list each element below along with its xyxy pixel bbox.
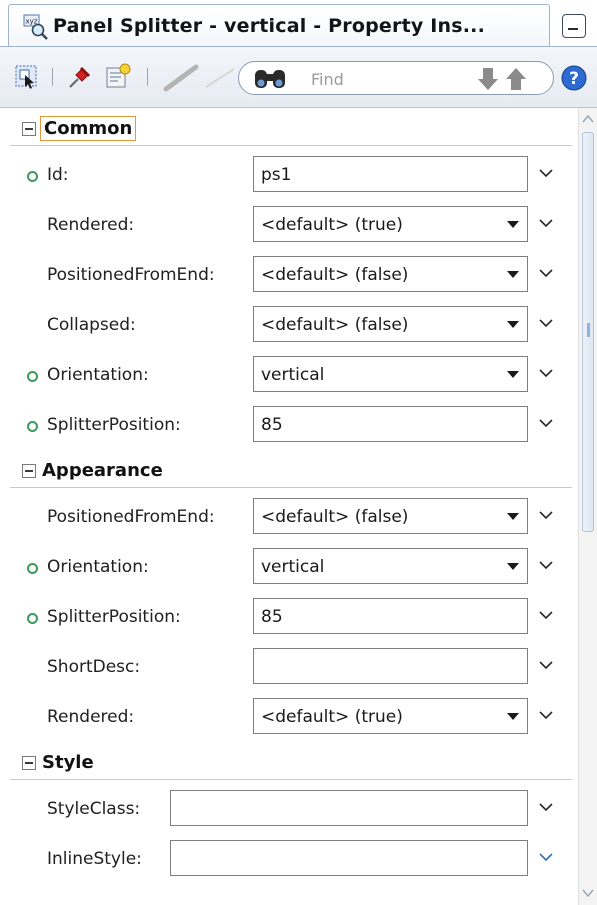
property-row-id: Id: ps1 [0, 152, 578, 202]
minimize-button[interactable] [562, 14, 586, 38]
section-appearance[interactable]: Appearance [0, 452, 578, 490]
chevron-down-icon[interactable] [538, 317, 554, 329]
styleclass-input[interactable] [170, 790, 528, 826]
property-row-rendered: Rendered: <default> (true) [0, 202, 578, 252]
property-row-inlinestyle: InlineStyle: [0, 836, 578, 886]
vertical-scrollbar[interactable] [578, 108, 597, 905]
splitterposition-input[interactable]: 85 [253, 406, 528, 442]
scroll-grip [587, 323, 590, 337]
search-input[interactable] [309, 68, 433, 90]
section-style[interactable]: Style [0, 744, 578, 782]
property-row-orientation: Orientation: vertical [0, 352, 578, 402]
property-label: Orientation: [47, 557, 149, 577]
expander-minus-icon[interactable] [22, 756, 36, 770]
chevron-down-icon[interactable] [538, 509, 554, 521]
property-label: Rendered: [47, 215, 135, 235]
arrow-down-icon[interactable] [475, 66, 501, 92]
property-row-splitterposition: SplitterPosition: 85 [0, 594, 578, 644]
orientation-select[interactable]: vertical [253, 548, 528, 584]
property-label: Rendered: [47, 707, 135, 727]
chevron-down-icon[interactable] [538, 367, 554, 379]
property-label: PositionedFromEnd: [47, 265, 215, 285]
search-box[interactable] [238, 61, 554, 95]
chevron-down-icon[interactable] [538, 801, 554, 813]
chevron-down-icon[interactable] [538, 217, 554, 229]
property-sheet: Common Id: ps1 Rendered: <default> (true… [0, 108, 578, 905]
property-label: Orientation: [47, 365, 149, 385]
pencil-icon[interactable] [158, 61, 234, 95]
chevron-down-icon[interactable] [538, 267, 554, 279]
toolbar: ? [0, 46, 597, 108]
property-label: SplitterPosition: [47, 415, 181, 435]
chevron-down-icon[interactable] [538, 167, 554, 179]
property-row-orientation: Orientation: vertical [0, 544, 578, 594]
svg-text:?: ? [569, 69, 579, 89]
divider [10, 487, 572, 488]
property-inspector-icon: xyz [23, 14, 48, 40]
property-label: SplitterPosition: [47, 607, 181, 627]
section-title: Style [42, 752, 94, 773]
arrow-up-icon[interactable] [503, 66, 529, 92]
rendered-select[interactable]: <default> (true) [253, 698, 528, 734]
set-indicator-icon [27, 371, 38, 382]
property-label: PositionedFromEnd: [47, 507, 215, 527]
collapsed-select[interactable]: <default> (false) [253, 306, 528, 342]
inlinestyle-input[interactable] [170, 840, 528, 876]
property-label: StyleClass: [47, 799, 141, 819]
scroll-down-icon[interactable] [582, 888, 594, 898]
chevron-down-icon[interactable] [538, 559, 554, 571]
shortdesc-input[interactable] [253, 648, 528, 684]
positionedfromend-select[interactable]: <default> (false) [253, 498, 528, 534]
chevron-down-icon[interactable] [538, 709, 554, 721]
window-tab[interactable]: xyz Panel Splitter - vertical - Property… [8, 4, 550, 47]
property-row-rendered: Rendered: <default> (true) [0, 694, 578, 744]
edit-properties-icon[interactable] [104, 62, 132, 90]
property-label: Id: [47, 165, 69, 185]
chevron-down-icon[interactable] [538, 609, 554, 621]
chevron-down-icon[interactable] [538, 851, 554, 863]
title-bar: xyz Panel Splitter - vertical - Property… [0, 0, 597, 47]
binoculars-icon [255, 70, 285, 88]
property-label: Collapsed: [47, 315, 136, 335]
set-indicator-icon [27, 421, 38, 432]
set-indicator-icon [27, 563, 38, 574]
section-common[interactable]: Common [0, 110, 578, 148]
set-indicator-icon [27, 171, 38, 182]
toolbar-separator [52, 68, 53, 86]
property-label: InlineStyle: [47, 849, 142, 869]
rendered-select[interactable]: <default> (true) [253, 206, 528, 242]
scroll-up-icon[interactable] [582, 114, 594, 124]
scroll-thumb[interactable] [582, 132, 594, 532]
property-row-collapsed: Collapsed: <default> (false) [0, 302, 578, 352]
section-title: Common [39, 116, 137, 141]
toolbar-separator [147, 68, 148, 86]
select-component-icon[interactable] [14, 64, 40, 90]
pin-icon[interactable] [66, 63, 94, 91]
chevron-down-icon[interactable] [538, 417, 554, 429]
section-title: Appearance [42, 460, 163, 481]
expander-minus-icon[interactable] [22, 122, 36, 136]
property-row-positionedfromend: PositionedFromEnd: <default> (false) [0, 252, 578, 302]
property-label: ShortDesc: [47, 657, 141, 677]
chevron-down-icon[interactable] [538, 659, 554, 671]
orientation-select[interactable]: vertical [253, 356, 528, 392]
id-input[interactable]: ps1 [253, 156, 528, 192]
splitterposition-input[interactable]: 85 [253, 598, 528, 634]
property-row-positionedfromend: PositionedFromEnd: <default> (false) [0, 494, 578, 544]
help-icon[interactable]: ? [560, 64, 588, 92]
property-row-shortdesc: ShortDesc: [0, 644, 578, 694]
property-row-splitterposition: SplitterPosition: 85 [0, 402, 578, 452]
divider [10, 145, 572, 146]
divider [10, 779, 572, 780]
positionedfromend-select[interactable]: <default> (false) [253, 256, 528, 292]
expander-minus-icon[interactable] [22, 464, 36, 478]
set-indicator-icon [27, 613, 38, 624]
window-title: Panel Splitter - vertical - Property Ins… [53, 15, 486, 37]
property-row-styleclass: StyleClass: [0, 786, 578, 836]
